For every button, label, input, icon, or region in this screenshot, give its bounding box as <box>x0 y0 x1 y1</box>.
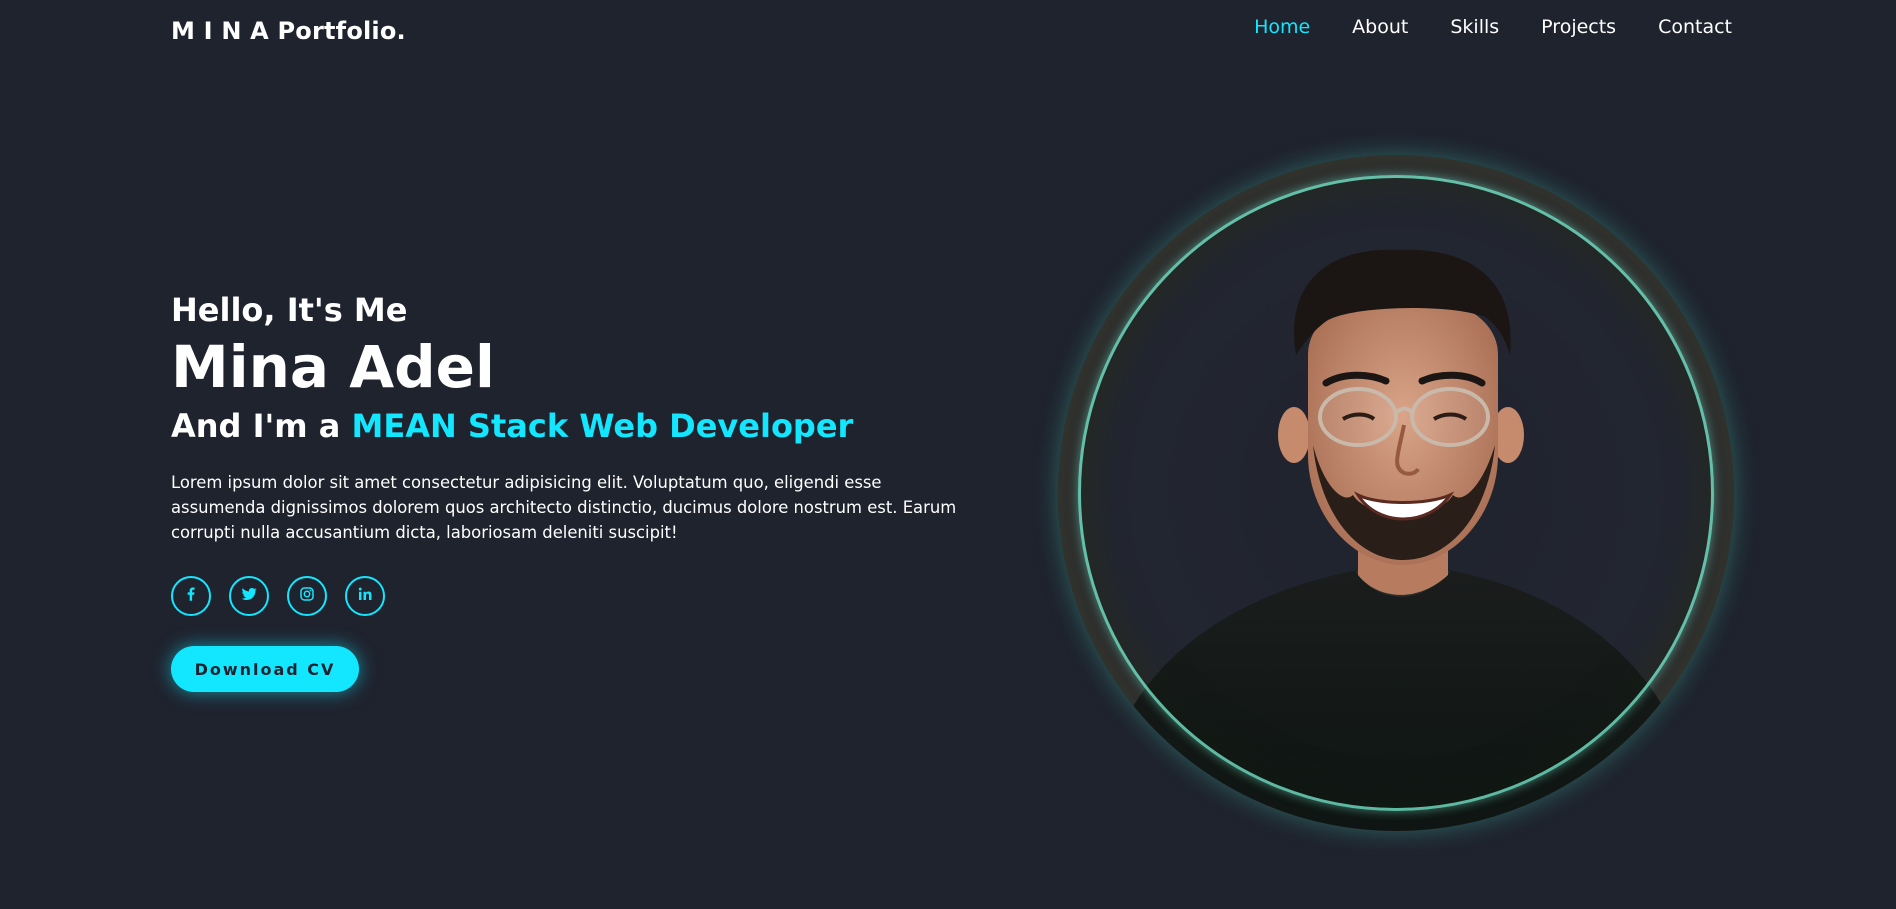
linkedin-link[interactable] <box>345 576 385 616</box>
nav-about[interactable]: About <box>1352 16 1408 38</box>
hero-role-line: And I'm a MEAN Stack Web Developer <box>171 402 991 450</box>
facebook-link[interactable] <box>171 576 211 616</box>
nav-contact[interactable]: Contact <box>1658 16 1732 38</box>
portrait-inner-ring <box>1078 175 1714 811</box>
profile-portrait <box>1058 155 1734 831</box>
twitter-link[interactable] <box>229 576 269 616</box>
nav-projects[interactable]: Projects <box>1541 16 1616 38</box>
social-links <box>171 576 991 616</box>
hero-description: Lorem ipsum dolor sit amet consectetur a… <box>171 473 957 542</box>
hero-greeting: Hello, It's Me <box>171 291 408 329</box>
linkedin-icon <box>356 585 374 607</box>
download-cv-button[interactable]: Download CV <box>171 646 359 692</box>
site-header: M I N A Portfolio. Home About Skills Pro… <box>0 0 1896 64</box>
role-prefix: And I'm a <box>171 407 352 445</box>
twitter-icon <box>240 585 258 607</box>
role-highlight: MEAN Stack Web Developer <box>351 407 854 445</box>
instagram-link[interactable] <box>287 576 327 616</box>
nav-home[interactable]: Home <box>1254 16 1310 38</box>
facebook-icon <box>182 585 200 607</box>
nav-skills[interactable]: Skills <box>1450 16 1499 38</box>
hero-name: Mina Adel <box>171 333 495 401</box>
instagram-icon <box>298 585 316 607</box>
site-logo[interactable]: M I N A Portfolio. <box>171 17 406 45</box>
main-nav: Home About Skills Projects Contact <box>1254 16 1732 38</box>
hero-content: Hello, It's Me Mina Adel And I'm a MEAN … <box>171 290 991 692</box>
